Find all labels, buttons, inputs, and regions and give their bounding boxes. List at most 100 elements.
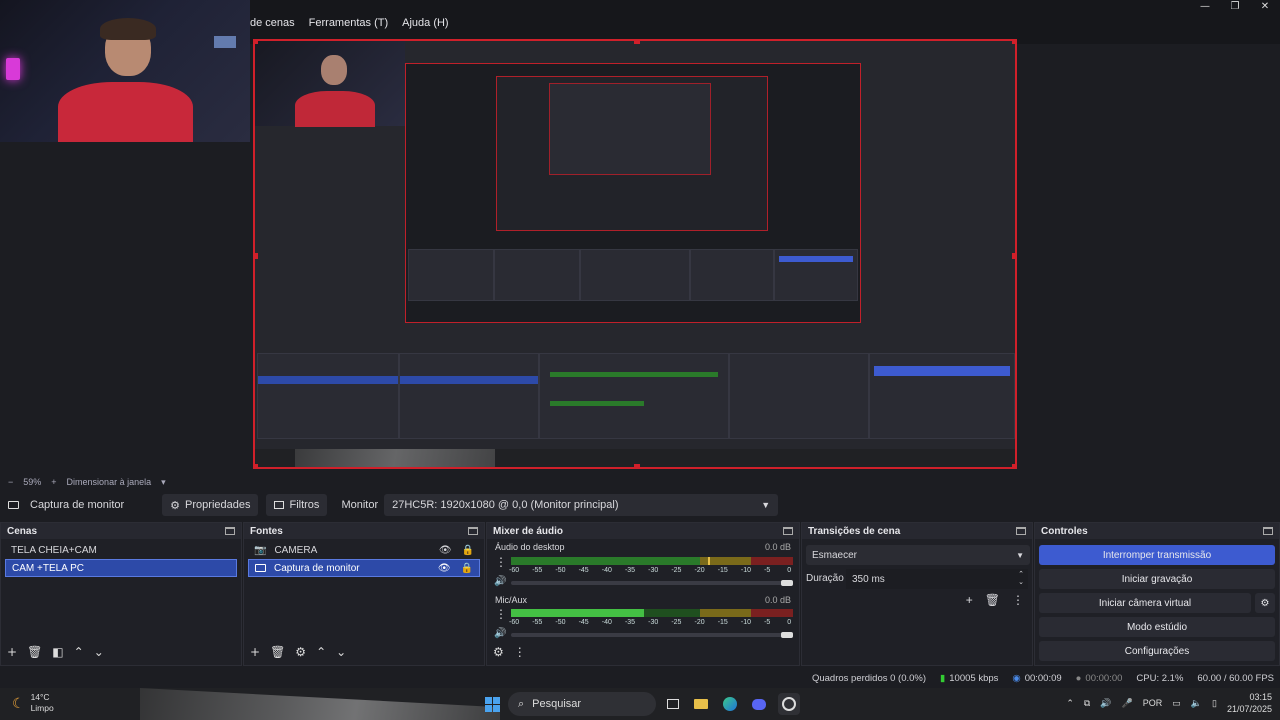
filters-button[interactable]: Filtros xyxy=(266,494,328,516)
monitor-icon xyxy=(255,564,266,572)
trash-icon[interactable]: 🗑 xyxy=(27,645,42,659)
minimize-button[interactable]: — xyxy=(1190,0,1220,14)
edge-icon[interactable] xyxy=(719,693,741,715)
menu-dots-icon[interactable]: ⋮ xyxy=(1012,593,1024,607)
scene-item[interactable]: TELA CHEIA+CAM xyxy=(5,541,237,559)
mic-icon[interactable]: 🎤 xyxy=(1122,698,1133,709)
network-icon[interactable]: ⧉ xyxy=(1084,698,1090,709)
menu-bar: de cenas Ferramentas (T) Ajuda (H) xyxy=(250,17,449,29)
duration-input[interactable]: 350 ms ⌃ ⌄ xyxy=(846,569,1028,589)
chevron-up-icon[interactable]: ⌃ xyxy=(1066,698,1074,709)
volume-slider[interactable] xyxy=(511,580,793,586)
windows-start-icon[interactable] xyxy=(481,693,503,715)
person-shirt xyxy=(58,82,193,142)
lock-icon[interactable]: 🔒 xyxy=(461,563,473,574)
weather-widget[interactable]: ☾ 14°C Limpo xyxy=(12,692,54,714)
trash-icon[interactable]: 🗑 xyxy=(985,593,1000,607)
meter-ticks: -60 -55 -50 -45 -40 -35 -30 -25 -20 -15 -10 -5 0 xyxy=(509,619,792,626)
channel-name: Mic/Aux xyxy=(495,595,528,605)
move-down-icon[interactable]: ⌄ xyxy=(336,645,346,659)
wallpaper-strip xyxy=(140,688,500,720)
window-controls: — ❐ ✕ xyxy=(1190,0,1280,14)
taskbar-search[interactable]: ⌕ Pesquisar xyxy=(508,692,656,716)
source-item-selected[interactable]: Captura de monitor 👁 🔒 xyxy=(248,559,480,577)
filters-icon[interactable]: ◧ xyxy=(52,645,63,659)
transitions-title: Transições de cena xyxy=(808,525,901,537)
add-icon[interactable]: + xyxy=(250,645,260,659)
close-button[interactable]: ✕ xyxy=(1250,0,1280,14)
gear-icon: ⚙ xyxy=(1260,597,1270,609)
menu-dots-icon[interactable]: ⋮ xyxy=(514,645,526,659)
task-view-icon[interactable] xyxy=(662,693,684,715)
dock-icon[interactable] xyxy=(783,527,793,535)
scene-item-selected[interactable]: CAM +TELA PC xyxy=(5,559,237,577)
dock-icon[interactable] xyxy=(225,527,235,535)
volume-knob[interactable] xyxy=(781,580,793,586)
add-icon[interactable]: + xyxy=(7,645,17,659)
stream-time-value: 00:00:09 xyxy=(1024,672,1062,684)
maximize-button[interactable]: ❐ xyxy=(1220,0,1250,14)
volume-knob[interactable] xyxy=(781,632,793,638)
clock[interactable]: 03:15 21/07/2025 xyxy=(1227,691,1272,715)
properties-label: Propriedades xyxy=(185,499,251,511)
move-up-icon[interactable]: ⌃ xyxy=(74,645,84,659)
monitor-light xyxy=(214,36,236,48)
speaker-icon[interactable]: 🔈 xyxy=(1191,698,1202,709)
eye-icon[interactable]: 👁 xyxy=(439,545,452,556)
settings-button[interactable]: Configurações xyxy=(1039,641,1275,661)
menu-item-tools[interactable]: Ferramentas (T) xyxy=(309,17,388,29)
menu-item-scenes[interactable]: de cenas xyxy=(250,17,295,29)
start-virtual-camera-button[interactable]: Iniciar câmera virtual xyxy=(1039,593,1251,613)
lock-icon[interactable]: 🔒 xyxy=(462,545,474,556)
transition-select[interactable]: Esmaecer ▼ xyxy=(806,545,1030,565)
speaker-icon[interactable]: 🔊 xyxy=(494,628,506,639)
menu-dots-icon[interactable]: ⋮ xyxy=(495,607,507,621)
nested-controls-panel xyxy=(869,353,1015,439)
virtual-camera-settings-button[interactable]: ⚙ xyxy=(1255,593,1275,613)
zoom-in-button[interactable]: + xyxy=(51,477,56,487)
zoom-out-button[interactable]: − xyxy=(8,477,13,487)
menu-item-help[interactable]: Ajuda (H) xyxy=(402,17,448,29)
controls-panel: Controles Interromper transmissão Inicia… xyxy=(1034,522,1280,666)
volume-icon[interactable]: 🔊 xyxy=(1100,698,1111,709)
menu-dots-icon[interactable]: ⋮ xyxy=(495,555,507,569)
trash-icon[interactable]: 🗑 xyxy=(270,645,285,659)
preview-canvas[interactable] xyxy=(253,39,1017,469)
display-icon[interactable]: ▭ xyxy=(1172,698,1181,709)
battery-icon[interactable]: ▯ xyxy=(1212,698,1217,709)
move-up-icon[interactable]: ⌃ xyxy=(316,645,326,659)
properties-button[interactable]: ⚙ Propriedades xyxy=(162,494,259,516)
person-hair xyxy=(100,18,156,40)
folder-icon[interactable] xyxy=(690,693,712,715)
monitor-select[interactable]: 27HC5R: 1920x1080 @ 0,0 (Monitor princip… xyxy=(384,494,779,516)
source-item[interactable]: 📷 CAMERA 👁 🔒 xyxy=(248,541,480,559)
eye-icon[interactable]: 👁 xyxy=(438,563,451,574)
advanced-audio-icon[interactable]: ⚙ xyxy=(493,645,504,659)
nested-panel xyxy=(774,249,858,301)
spin-icon[interactable]: ⌃ ⌄ xyxy=(1018,571,1024,587)
discord-icon[interactable] xyxy=(748,693,770,715)
camera-icon: 📷 xyxy=(254,544,267,556)
studio-mode-button[interactable]: Modo estúdio xyxy=(1039,617,1275,637)
dock-icon[interactable] xyxy=(468,527,478,535)
taskbar: ☾ 14°C Limpo ⌕ Pesquisar ⌃ ⧉ 🔊 🎤 POR ▭ 🔈 … xyxy=(0,688,1280,720)
gear-icon[interactable]: ⚙ xyxy=(295,645,306,659)
dock-icon[interactable] xyxy=(1263,527,1273,535)
volume-meter xyxy=(511,557,793,565)
language-indicator[interactable]: POR xyxy=(1143,698,1163,708)
obs-icon[interactable] xyxy=(778,693,800,715)
start-recording-button[interactable]: Iniciar gravação xyxy=(1039,569,1275,589)
stop-streaming-button[interactable]: Interromper transmissão xyxy=(1039,545,1275,565)
resize-to-window[interactable]: Dimensionar à janela xyxy=(67,477,152,487)
channel-db: 0.0 dB xyxy=(764,595,791,605)
move-down-icon[interactable]: ⌄ xyxy=(94,645,104,659)
dock-icon[interactable] xyxy=(1016,527,1026,535)
chevron-down-icon[interactable]: ▾ xyxy=(161,477,166,488)
pink-light xyxy=(6,58,20,80)
add-icon[interactable]: + xyxy=(966,593,973,607)
volume-slider[interactable] xyxy=(511,632,793,638)
nested-mixer-panel xyxy=(539,353,729,439)
fps-status: 60.00 / 60.00 FPS xyxy=(1197,672,1274,684)
cpu-usage: CPU: 2.1% xyxy=(1136,672,1184,684)
speaker-icon[interactable]: 🔊 xyxy=(494,576,506,587)
